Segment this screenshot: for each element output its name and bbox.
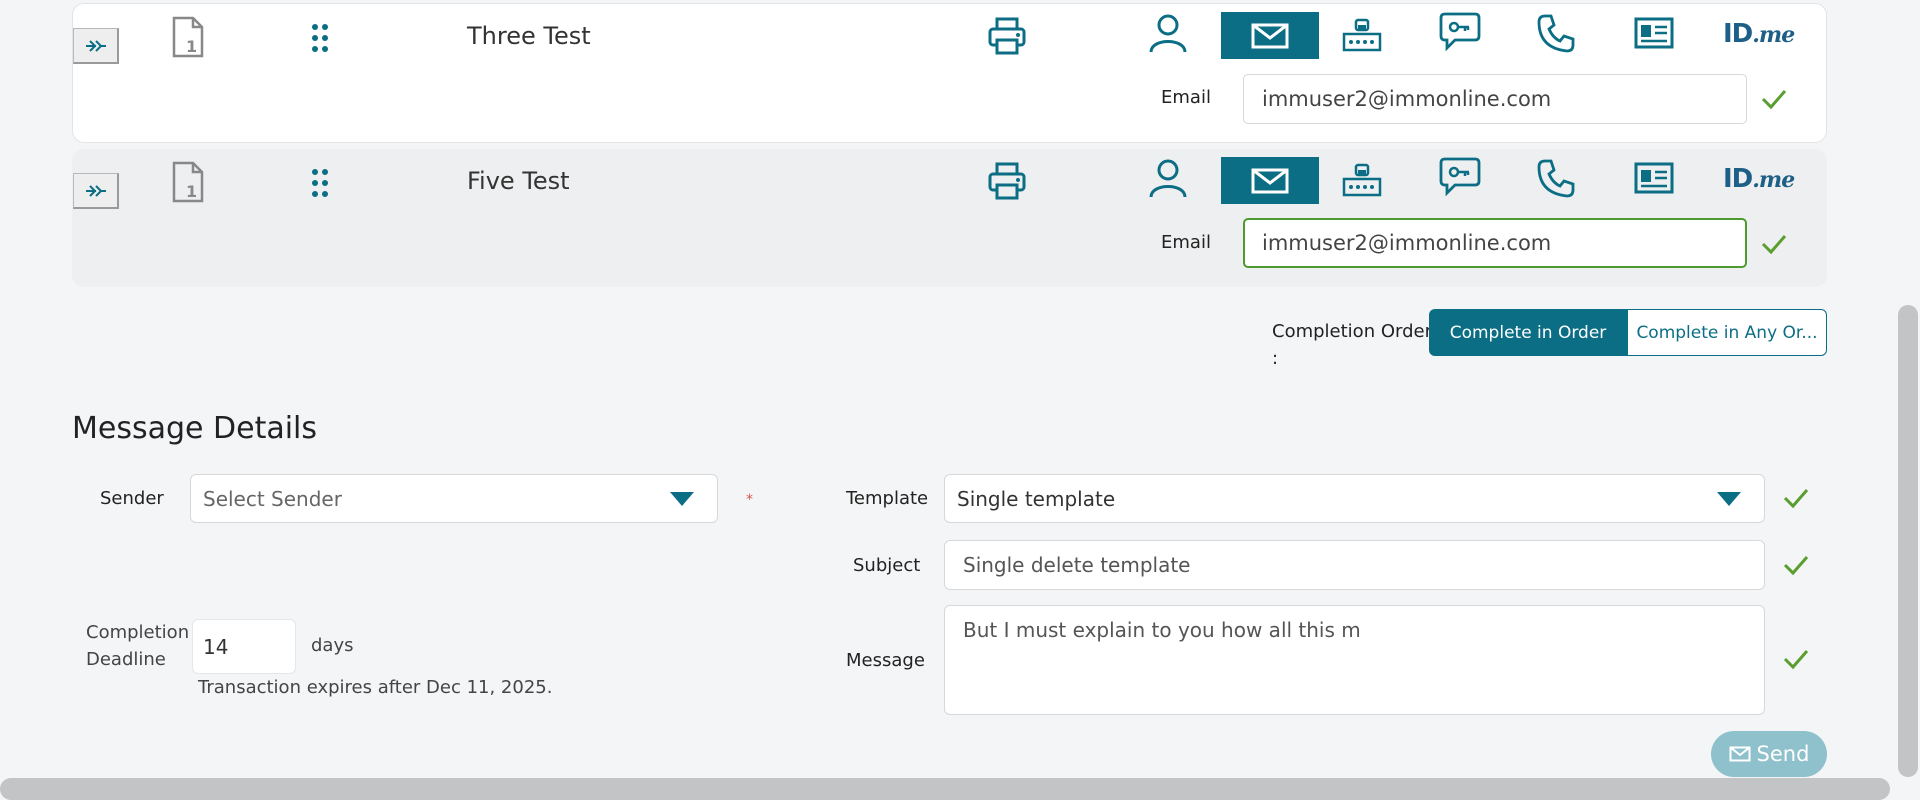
check-icon	[1783, 556, 1809, 576]
arrow-icon	[85, 39, 106, 52]
drag-handle-icon[interactable]	[310, 167, 330, 199]
mail-icon	[1251, 23, 1289, 48]
days-unit-label: days	[311, 635, 354, 656]
sms-code-icon[interactable]	[1439, 10, 1481, 52]
arrow-icon	[85, 184, 106, 197]
required-mark: *	[746, 492, 753, 508]
signer-name: Three Test	[467, 22, 591, 50]
check-icon	[1783, 489, 1809, 509]
email-method-button[interactable]	[1221, 157, 1319, 204]
section-title: Message Details	[72, 411, 318, 446]
email-input[interactable]: immuser2@immonline.com	[1243, 74, 1747, 124]
document-icon: 1	[172, 16, 204, 58]
message-label: Message	[846, 650, 925, 671]
send-button[interactable]: Send	[1711, 731, 1827, 777]
check-icon	[1761, 235, 1787, 255]
deadline-days-input[interactable]: 14	[192, 619, 296, 674]
chevron-down-icon[interactable]	[1717, 492, 1741, 506]
subject-input[interactable]: Single delete template	[944, 540, 1765, 590]
sender-label: Sender	[100, 488, 164, 509]
expand-arrow-button[interactable]	[73, 28, 119, 64]
complete-in-any-order-button[interactable]: Complete in Any Or...	[1627, 309, 1827, 356]
check-icon	[1783, 650, 1809, 670]
completion-deadline-label: Completion Deadline	[86, 622, 190, 670]
signer-row: 1 Five Test ID.me Email immuser2@immonli…	[72, 149, 1827, 287]
person-icon[interactable]	[1147, 12, 1189, 54]
horizontal-scrollbar[interactable]	[0, 778, 1890, 800]
sms-code-icon[interactable]	[1439, 155, 1481, 197]
mail-icon	[1251, 168, 1289, 193]
print-icon[interactable]	[987, 16, 1027, 56]
template-label: Template	[846, 488, 929, 509]
id-card-icon[interactable]	[1633, 12, 1675, 54]
idme-icon[interactable]: ID.me	[1723, 19, 1795, 49]
vertical-scrollbar[interactable]	[1898, 305, 1918, 777]
email-label: Email	[1161, 232, 1211, 253]
lock-password-icon[interactable]	[1341, 12, 1383, 54]
subject-label: Subject	[853, 555, 921, 576]
template-select[interactable]: Single template	[944, 474, 1765, 523]
lock-password-icon[interactable]	[1341, 157, 1383, 199]
document-icon: 1	[172, 161, 204, 203]
signer-row: 1 Three Test ID.me Email immuser2@immonl…	[72, 3, 1827, 143]
message-textarea[interactable]: But I must explain to you how all this m	[944, 605, 1765, 715]
idme-icon[interactable]: ID.me	[1723, 164, 1795, 194]
complete-in-order-button[interactable]: Complete in Order	[1429, 309, 1627, 356]
svg-text:1: 1	[186, 37, 197, 56]
id-card-icon[interactable]	[1633, 157, 1675, 199]
print-icon[interactable]	[987, 161, 1027, 201]
expiry-note: Transaction expires after Dec 11, 2025.	[198, 677, 553, 698]
drag-handle-icon[interactable]	[310, 22, 330, 54]
completion-order-label: Completion Order :	[1272, 321, 1432, 369]
check-icon	[1761, 90, 1787, 110]
email-input[interactable]: immuser2@immonline.com	[1243, 218, 1747, 268]
sender-select[interactable]: Select Sender	[190, 474, 718, 523]
mail-icon	[1729, 746, 1751, 762]
signer-name: Five Test	[467, 167, 570, 195]
phone-icon[interactable]	[1535, 157, 1577, 199]
chevron-down-icon[interactable]	[670, 492, 694, 506]
expand-arrow-button[interactable]	[73, 173, 119, 209]
svg-text:1: 1	[186, 182, 197, 201]
email-method-button[interactable]	[1221, 12, 1319, 59]
phone-icon[interactable]	[1535, 12, 1577, 54]
person-icon[interactable]	[1147, 157, 1189, 199]
email-label: Email	[1161, 87, 1211, 108]
